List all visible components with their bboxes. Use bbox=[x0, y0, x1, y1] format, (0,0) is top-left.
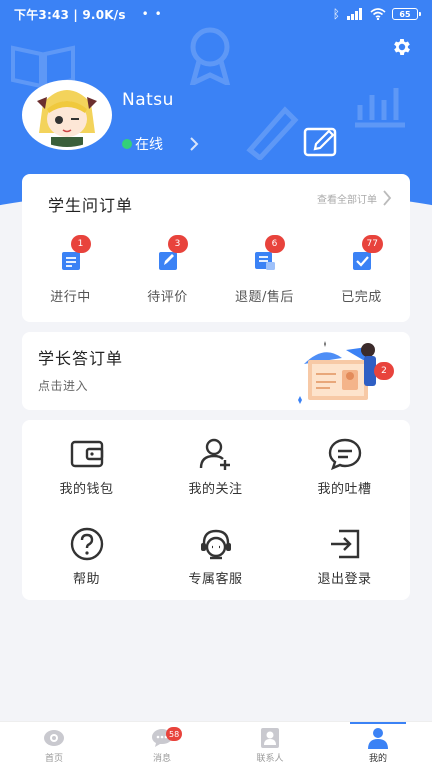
menu-item-label: 帮助 bbox=[72, 572, 100, 587]
chart-decoration-icon bbox=[355, 88, 405, 128]
status-dots: • • bbox=[141, 7, 163, 21]
tab-label: 首页 bbox=[44, 754, 63, 764]
bluetooth-icon: ᛒ bbox=[332, 7, 340, 21]
online-status-label: 在线 bbox=[135, 137, 163, 153]
online-dot-icon bbox=[122, 139, 132, 149]
senior-orders-subtitle: 点击进入 bbox=[38, 379, 89, 393]
order-status-label: 待评价 bbox=[147, 290, 188, 305]
menu-item-customer-service[interactable]: 专属客服 bbox=[151, 524, 280, 614]
avatar[interactable] bbox=[22, 80, 112, 150]
help-icon bbox=[70, 527, 103, 561]
order-badge: 1 bbox=[70, 235, 91, 253]
order-status-refund[interactable]: 6 退题/售后 bbox=[216, 235, 313, 305]
menu-item-logout[interactable]: 退出登录 bbox=[280, 524, 409, 614]
wifi-icon bbox=[370, 8, 386, 20]
status-bar: 下午3:43 | 9.0K/s • • ᛒ 65 bbox=[0, 0, 432, 28]
view-all-orders-link[interactable]: 查看全部订单 bbox=[317, 190, 392, 206]
menu-item-label: 退出登录 bbox=[317, 572, 372, 587]
menu-grid-card: 我的钱包 我的关注 我的吐槽 帮助 专属客服 退出登录 bbox=[22, 420, 410, 600]
edit-profile-icon[interactable] bbox=[303, 127, 339, 157]
student-orders-card: 学生问订单 查看全部订单 1 进行中 3 待评价 6 退题/售后 77 已完成 bbox=[22, 174, 410, 322]
order-status-completed[interactable]: 77 已完成 bbox=[313, 235, 410, 305]
order-status-label: 进行中 bbox=[50, 290, 91, 305]
chevron-right-icon bbox=[190, 137, 199, 151]
messages-badge: 58 bbox=[166, 727, 183, 741]
tab-home[interactable]: 首页 bbox=[0, 722, 108, 768]
contacts-icon bbox=[261, 728, 279, 748]
status-time: 下午3:43 | 9.0K/s bbox=[14, 7, 126, 22]
order-status-to-review[interactable]: 3 待评价 bbox=[119, 235, 216, 305]
menu-item-label: 我的钱包 bbox=[59, 482, 114, 497]
tab-label: 消息 bbox=[152, 754, 171, 764]
user-profile-icon bbox=[368, 728, 388, 749]
signal-icon bbox=[347, 8, 362, 20]
eye-home-icon bbox=[44, 730, 64, 746]
username: Natsu bbox=[122, 90, 174, 110]
order-badge: 77 bbox=[361, 235, 383, 253]
tab-contacts[interactable]: 联系人 bbox=[216, 722, 324, 768]
order-status-label: 退题/售后 bbox=[235, 290, 294, 305]
tab-label: 联系人 bbox=[256, 754, 284, 764]
chevron-right-icon bbox=[383, 190, 392, 206]
menu-item-label: 我的吐槽 bbox=[317, 482, 372, 497]
senior-orders-card[interactable]: 学长答订单 点击进入 2 bbox=[22, 332, 410, 410]
chat-bubble-icon bbox=[328, 438, 361, 471]
logout-icon bbox=[330, 529, 359, 559]
senior-orders-badge: 2 bbox=[374, 362, 394, 380]
pencil-decoration-icon bbox=[246, 106, 299, 160]
menu-item-feedback[interactable]: 我的吐槽 bbox=[280, 434, 409, 524]
menu-item-follow[interactable]: 我的关注 bbox=[151, 434, 280, 524]
view-all-orders-label: 查看全部订单 bbox=[317, 194, 377, 206]
student-orders-title: 学生问订单 bbox=[48, 196, 134, 215]
menu-item-wallet[interactable]: 我的钱包 bbox=[22, 434, 151, 524]
anime-avatar-icon bbox=[25, 83, 109, 147]
menu-item-label: 专属客服 bbox=[188, 572, 243, 587]
tab-mine[interactable]: 我的 bbox=[324, 722, 432, 768]
battery-icon: 65 bbox=[392, 8, 421, 20]
headset-icon bbox=[200, 529, 231, 560]
order-status-label: 已完成 bbox=[341, 290, 382, 305]
settings-gear-icon[interactable] bbox=[391, 36, 413, 58]
follow-user-icon bbox=[199, 438, 230, 470]
order-badge: 3 bbox=[167, 235, 188, 253]
senior-orders-title: 学长答订单 bbox=[38, 349, 124, 368]
online-status[interactable]: 在线 bbox=[122, 134, 199, 154]
medal-decoration-icon bbox=[189, 27, 231, 85]
tab-label: 我的 bbox=[368, 754, 387, 764]
menu-item-help[interactable]: 帮助 bbox=[22, 524, 151, 614]
menu-item-label: 我的关注 bbox=[188, 482, 243, 497]
tab-messages[interactable]: 58 消息 bbox=[108, 722, 216, 768]
order-badge: 6 bbox=[264, 235, 285, 253]
wallet-icon bbox=[70, 440, 103, 468]
order-status-in-progress[interactable]: 1 进行中 bbox=[22, 235, 119, 305]
bottom-tab-bar: 首页 58 消息 联系人 我的 bbox=[0, 721, 432, 768]
